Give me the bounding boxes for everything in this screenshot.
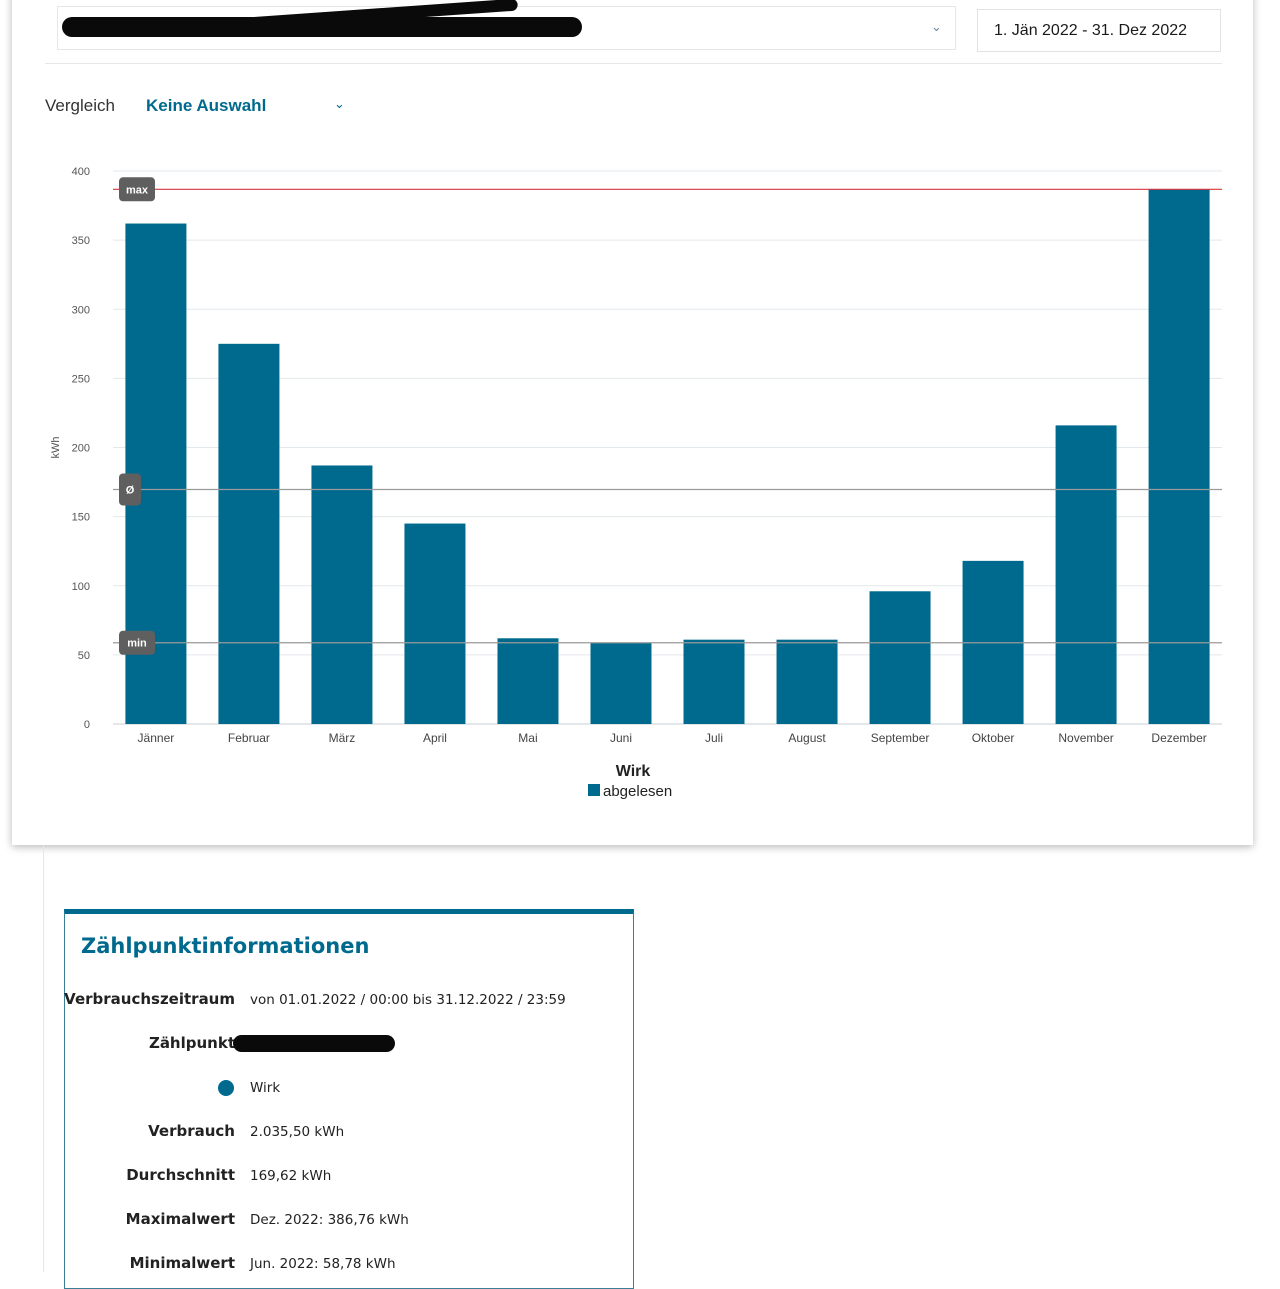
bar-mai[interactable] [497, 638, 559, 724]
chart-title: Wirk [616, 763, 651, 780]
info-row-label: Maximalwert [125, 1210, 235, 1228]
comparison-selected-value: Keine Auswahl [146, 96, 267, 115]
meter-info-panel: Zählpunktinformationen Verbrauchszeitrau… [64, 909, 634, 1289]
reference-badge-label: min [127, 638, 147, 650]
bar-juni[interactable] [590, 642, 652, 724]
x-tick-label: April [423, 731, 447, 745]
x-tick-label: Dezember [1151, 731, 1206, 745]
info-row-label: Verbrauch [148, 1122, 235, 1140]
comparison-label: Vergleich [45, 96, 115, 115]
info-row: Maximalwert Dez. 2022: 386,76 kWh [65, 1210, 635, 1232]
y-tick-label: 250 [72, 373, 90, 385]
bar-februar[interactable] [218, 343, 280, 724]
x-tick-label: August [788, 731, 826, 745]
bar-november[interactable] [1055, 425, 1117, 724]
x-tick-label: Februar [228, 731, 270, 745]
bar-august[interactable] [776, 639, 838, 724]
x-tick-label: Juli [705, 731, 723, 745]
y-tick-label: 200 [72, 443, 90, 455]
divider [45, 63, 1222, 64]
x-tick-label: September [871, 731, 930, 745]
legend-label[interactable]: abgelesen [603, 783, 672, 800]
reference-badge-label: Ø [126, 485, 135, 497]
info-row: Durchschnitt 169,62 kWh [65, 1166, 635, 1188]
info-row-value: 169,62 kWh [250, 1168, 332, 1184]
bar-dezember[interactable] [1148, 189, 1210, 724]
date-range-picker[interactable]: 1. Jän 2022 - 31. Dez 2022 [977, 9, 1221, 52]
reference-badge-label: max [126, 184, 149, 196]
bar-juli[interactable] [683, 639, 745, 724]
info-row: Verbrauchszeitraum von 01.01.2022 / 00:00… [64, 990, 635, 1012]
y-tick-label: 400 [72, 166, 90, 178]
y-tick-label: 300 [72, 304, 90, 316]
meter-select[interactable]: ⌄ [57, 0, 956, 50]
content-border [43, 845, 44, 1272]
x-tick-label: März [329, 731, 356, 745]
info-row-value: von 01.01.2022 / 00:00 bis 31.12.2022 / … [250, 992, 566, 1008]
info-row: Minimalwert Jun. 2022: 58,78 kWh [65, 1254, 635, 1276]
info-row-label: Durchschnitt [126, 1166, 235, 1184]
bar-september[interactable] [869, 591, 931, 724]
info-row-label: Minimalwert [129, 1254, 235, 1272]
x-tick-label: Jänner [138, 731, 175, 745]
y-axis-label: kWh [50, 437, 62, 459]
y-tick-label: 50 [78, 650, 90, 662]
chevron-down-icon[interactable]: ⌄ [334, 98, 345, 111]
redacted-meter-id [233, 1035, 395, 1052]
info-title: Zählpunktinformationen [81, 934, 370, 958]
y-tick-label: 0 [84, 719, 90, 731]
chevron-down-icon: ⌄ [931, 20, 942, 35]
y-tick-label: 100 [72, 581, 90, 593]
info-row-value: Dez. 2022: 386,76 kWh [250, 1212, 409, 1228]
info-row-value: 2.035,50 kWh [250, 1124, 345, 1140]
info-row-value: Jun. 2022: 58,78 kWh [250, 1256, 396, 1272]
y-tick-label: 150 [72, 512, 90, 524]
info-row-label: Verbrauchszeitraum [64, 990, 235, 1008]
y-tick-label: 350 [72, 235, 90, 247]
info-row: Verbrauch 2.035,50 kWh [65, 1122, 635, 1144]
bar-april[interactable] [404, 523, 466, 724]
bar-märz[interactable] [311, 465, 373, 724]
x-tick-label: Oktober [972, 731, 1015, 745]
comparison-select[interactable]: Keine Auswahl [146, 96, 266, 116]
info-row-label: Zählpunkt [148, 1034, 235, 1052]
series-dot-icon [218, 1080, 234, 1096]
legend-swatch[interactable] [588, 784, 600, 796]
x-tick-label: November [1058, 731, 1113, 745]
info-row-value: Wirk [250, 1080, 281, 1096]
info-row: Wirk [65, 1078, 635, 1100]
x-tick-label: Juni [610, 731, 632, 745]
x-tick-label: Mai [518, 731, 537, 745]
consumption-chart: 0 50 100 150 200 250 300 350 400 kWh Jänner Februar… [50, 166, 1222, 800]
info-row: Zählpunkt [65, 1034, 635, 1056]
